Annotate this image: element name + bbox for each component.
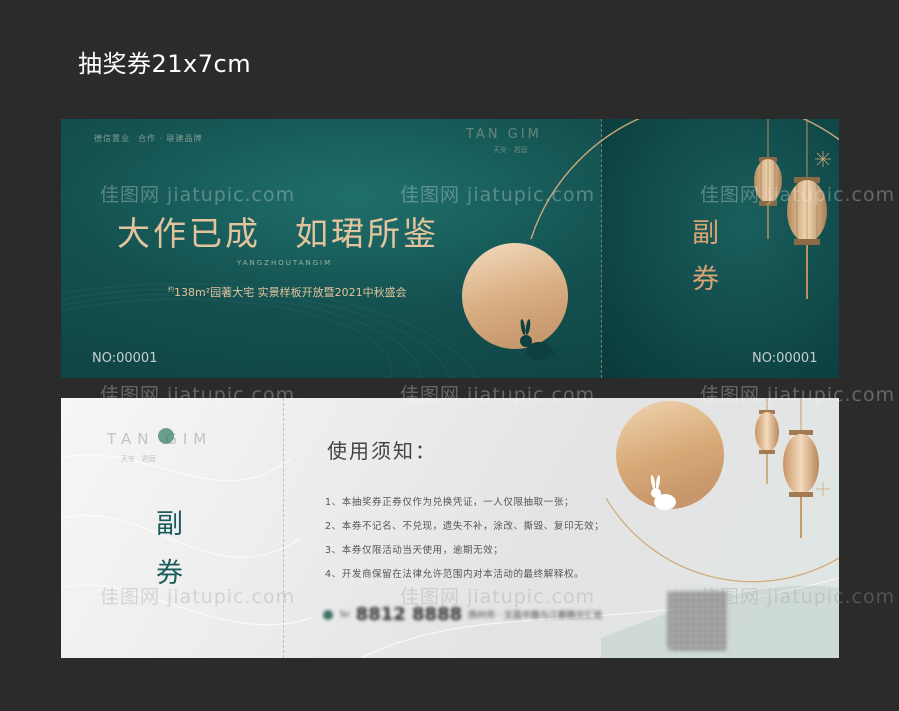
stub-label-quan: 券 [156,558,183,589]
address: 扬州市 · 文昌中路与江都路交汇处 [468,611,603,621]
front-ticket: 德信置业 合作 · 联建品牌 TAN GIM 天安 · 君庭 大作已成 如珺所鉴 … [61,119,839,378]
logo-text-2: 合作 · 联建品牌 [138,134,203,143]
event-line: 约138m²园著大宅 实景样板开放暨2021中秋盛会 [168,284,407,300]
stub-label-quan: 券 [692,264,719,295]
back-brand-sub: 天安 · 君庭 [121,455,156,463]
rule-item: 3、本券仅限活动当天使用，逾期无效； [325,545,504,556]
headline: 大作已成 如珺所鉴 [117,207,473,255]
sparkle-icon [816,482,830,496]
serial-number-main: NO:00001 [92,351,158,366]
stub-label-fu: 副 [692,218,719,249]
notice-title: 使用须知： [327,439,437,463]
event-text: 138m²园著大宅 实景样板开放暨2021中秋盛会 [174,286,407,299]
pinyin-line: YANGZHOUTANGIM [237,259,333,267]
lantern-icon [754,119,782,239]
rules-list: 1、本抽奖券正券仅作为兑换凭证，一人仅限抽取一张； 2、本券不记名、不兑现，遗失… [325,494,604,590]
logo-text-1: 德信置业 [94,134,130,143]
stub-label-fu: 副 [156,509,183,540]
moon-shape [616,401,724,509]
phone-label: Tel [339,610,350,619]
headline-right: 如珺所鉴 [295,214,439,253]
lantern-icon [783,398,819,538]
moon-shape [462,243,568,349]
contact-row: Tel 8812 8888 扬州市 · 文昌中路与江都路交汇处 [323,604,603,625]
serial-number-stub: NO:00001 [752,351,818,366]
back-perforation [283,398,284,658]
back-ticket: TAN GIM 天安 · 君庭 副 券 使用须知： 1、本抽奖券正券仅作为兑换凭… [61,398,839,658]
headline-left: 大作已成 [117,214,261,253]
brand-logo-icon [158,428,174,444]
front-brand-sub: 天安 · 君庭 [493,146,528,154]
rule-item: 2、本券不记名、不兑现，遗失不补，涂改、撕毁、复印无效； [325,521,605,532]
front-brand: TAN GIM [466,127,542,142]
sparkle-icon [815,151,831,167]
qr-code [668,590,728,650]
front-logos: 德信置业 合作 · 联建品牌 [94,133,203,144]
front-perforation [601,119,602,378]
lantern-icon [755,398,779,484]
rule-item: 1、本抽奖券正券仅作为兑换凭证，一人仅限抽取一张； [325,497,575,508]
phone-number: 8812 8888 [355,604,463,625]
page-title: 抽奖券21x7cm [78,50,252,78]
rule-item: 4、开发商保留在法律允许范围内对本活动的最终解释权。 [325,569,585,580]
phone-icon [323,609,333,620]
lantern-icon [787,119,827,299]
